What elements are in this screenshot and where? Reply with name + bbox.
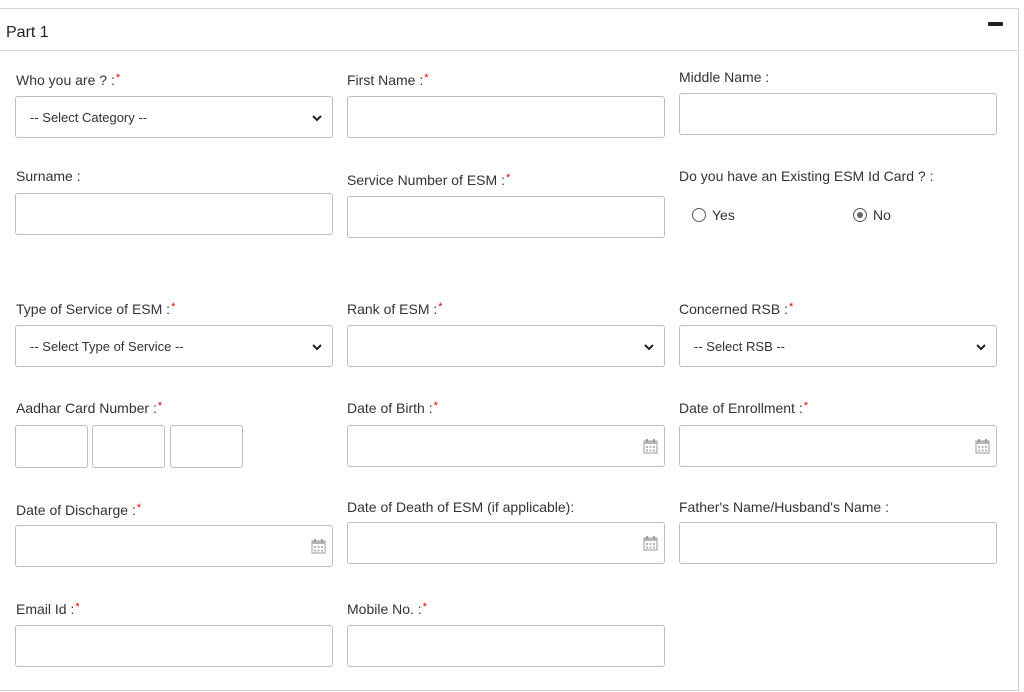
required-marker: * [136, 502, 142, 514]
rsb-select[interactable]: -- Select RSB -- [679, 325, 997, 367]
dob-date-field[interactable] [347, 425, 665, 467]
calendar-icon[interactable] [643, 438, 658, 454]
existing-card-no-radio[interactable]: No [853, 207, 891, 223]
mobile-label: Mobile No. :* [347, 601, 427, 617]
minus-icon [988, 22, 1003, 26]
first-name-field[interactable] [347, 96, 665, 138]
enrollment-date-field[interactable] [679, 425, 997, 467]
first-name-label: First Name :* [347, 72, 429, 88]
panel-header: Part 1 [0, 9, 1018, 51]
required-marker: * [75, 601, 80, 613]
father-name-field[interactable] [679, 522, 997, 564]
required-marker: * [505, 172, 511, 184]
service-number-field[interactable] [347, 196, 665, 238]
rank-label: Rank of ESM :* [347, 301, 443, 317]
service-type-select[interactable]: -- Select Type of Service -- [15, 325, 333, 367]
radio-label-yes: Yes [712, 207, 735, 223]
email-field[interactable] [15, 625, 333, 667]
required-marker: * [424, 72, 429, 84]
aadhar-part-3-field[interactable] [170, 425, 243, 468]
required-marker: * [433, 400, 438, 412]
father-name-label: Father's Name/Husband's Name : [679, 499, 889, 515]
required-marker: * [803, 400, 809, 412]
discharge-label: Date of Discharge :* [16, 502, 142, 518]
enrollment-label: Date of Enrollment :* [679, 400, 809, 416]
chevron-down-icon [312, 344, 322, 351]
panel-title: Part 1 [6, 24, 49, 41]
rank-select[interactable] [347, 325, 665, 367]
category-label: Who you are ? :* [16, 72, 121, 88]
chevron-down-icon [312, 115, 322, 122]
calendar-icon[interactable] [975, 438, 990, 454]
existing-card-label: Do you have an Existing ESM Id Card ? : [679, 168, 934, 184]
required-marker: * [788, 301, 794, 313]
dob-label: Date of Birth :* [347, 400, 438, 416]
required-marker: * [115, 72, 121, 84]
category-select[interactable]: -- Select Category -- [15, 96, 333, 138]
death-date-field[interactable] [347, 522, 665, 564]
category-select-value: -- Select Category -- [30, 110, 148, 125]
middle-name-label: Middle Name : [679, 69, 770, 85]
service-number-label: Service Number of ESM :* [347, 172, 511, 188]
email-label: Email Id :* [16, 601, 80, 617]
mobile-field[interactable] [347, 625, 665, 667]
surname-field[interactable] [15, 193, 333, 235]
aadhar-part-2-field[interactable] [92, 425, 165, 468]
service-type-select-value: -- Select Type of Service -- [30, 339, 184, 354]
radio-button[interactable] [692, 208, 706, 222]
calendar-icon[interactable] [311, 538, 326, 554]
death-date-label: Date of Death of ESM (if applicable): [347, 499, 575, 515]
chevron-down-icon [976, 344, 986, 351]
aadhar-part-1-field[interactable] [15, 425, 88, 468]
required-marker: * [171, 301, 176, 313]
aadhar-label: Aadhar Card Number :* [16, 400, 163, 416]
rsb-label: Concerned RSB :* [679, 301, 794, 317]
discharge-date-field[interactable] [15, 525, 333, 567]
middle-name-field[interactable] [679, 93, 997, 135]
radio-label-no: No [873, 207, 891, 223]
radio-button-selected[interactable] [853, 208, 867, 222]
required-marker: * [438, 301, 443, 313]
required-marker: * [157, 400, 163, 412]
service-type-label: Type of Service of ESM :* [16, 301, 176, 317]
required-marker: * [422, 601, 427, 613]
calendar-icon[interactable] [643, 535, 658, 551]
chevron-down-icon [644, 344, 654, 351]
collapse-button[interactable] [986, 14, 1006, 34]
surname-label: Surname : [16, 168, 81, 184]
rsb-select-value: -- Select RSB -- [694, 339, 786, 354]
existing-card-yes-radio[interactable]: Yes [692, 207, 735, 223]
